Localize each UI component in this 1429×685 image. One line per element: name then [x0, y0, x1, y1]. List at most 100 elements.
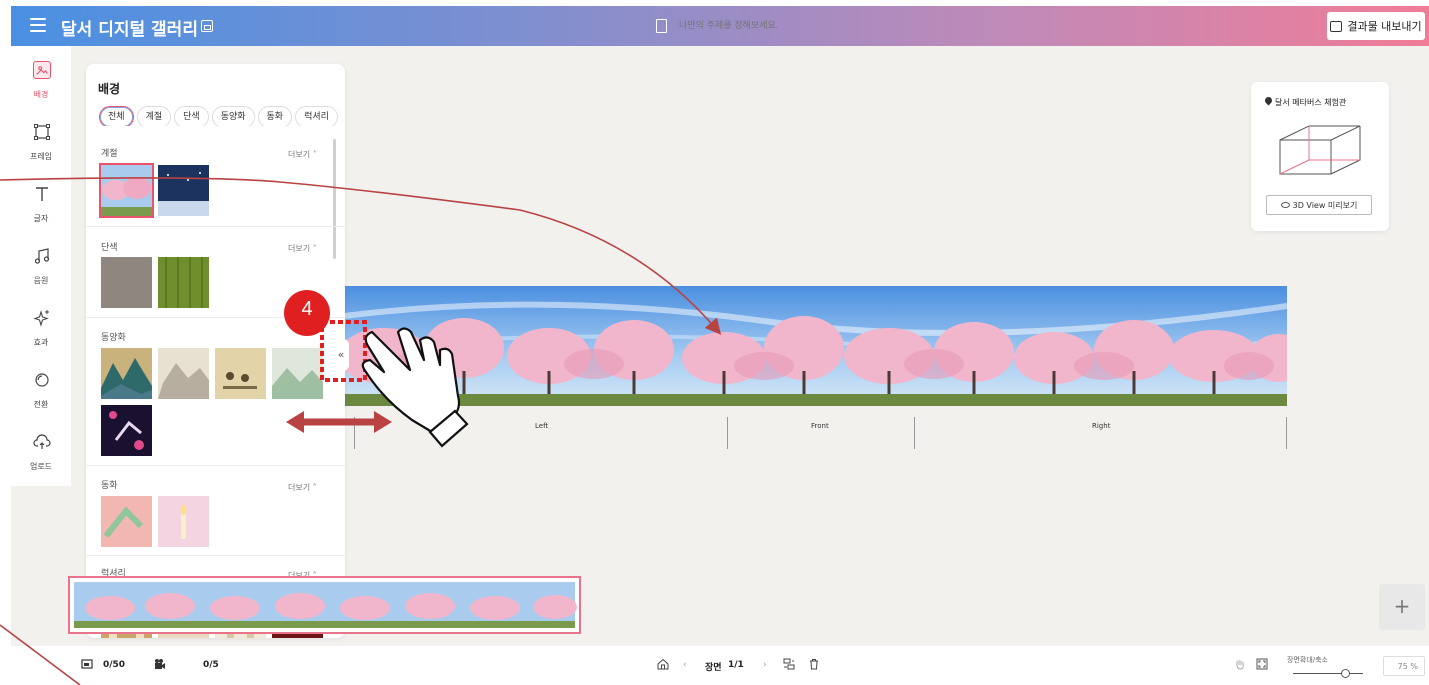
thumb-fairytale-candle[interactable] — [158, 496, 209, 547]
sidebar-label: 배경 — [33, 90, 49, 99]
delete-scene-icon[interactable] — [808, 658, 820, 670]
document-icon — [656, 19, 667, 33]
sidebar-item-transition[interactable]: 전환 — [11, 366, 71, 426]
zoom-slider-track[interactable] — [1293, 673, 1363, 674]
chip-all[interactable]: 전체 — [99, 106, 134, 126]
section-title-oriental: 동양화 — [101, 333, 126, 343]
next-scene-icon[interactable]: › — [763, 660, 767, 670]
section-title-fairytale: 동화 — [101, 481, 118, 491]
section-title-season: 계절 — [101, 149, 118, 159]
wall-label-right: Right — [1092, 422, 1111, 430]
image-count: 0/50 — [103, 660, 126, 670]
sidebar-item-upload[interactable]: 업로드 — [11, 428, 71, 488]
frame-icon — [34, 124, 50, 140]
thumb-oriental-mist[interactable] — [158, 348, 209, 399]
menu-icon[interactable] — [30, 18, 46, 32]
app-title: 달서 디지털 갤러리 — [61, 20, 198, 40]
sidebar-item-effect[interactable]: 효과 — [11, 304, 71, 364]
preview-card: 달서 메타버스 체험관 3D View 미리보기 — [1251, 82, 1389, 231]
zoom-value[interactable]: 75 % — [1383, 656, 1425, 676]
sidebar-label: 음원 — [33, 276, 49, 285]
thumb-cherry-blossom[interactable] — [99, 163, 154, 218]
thumb-fairytale-green[interactable] — [101, 496, 152, 547]
3d-view-preview-button[interactable]: 3D View 미리보기 — [1266, 195, 1372, 215]
chip-luxury[interactable]: 럭셔리 — [295, 106, 338, 126]
thumb-solid-gray[interactable] — [101, 257, 152, 308]
export-button[interactable]: 결과물 내보내기 — [1327, 12, 1425, 40]
export-label: 결과물 내보내기 — [1347, 20, 1422, 33]
wall-divider — [727, 417, 728, 449]
zoom-label: 장면확대/축소 — [1287, 656, 1328, 664]
save-icon[interactable] — [201, 20, 213, 32]
wall-divider — [914, 417, 915, 449]
gallery-wall-canvas[interactable] — [344, 286, 1287, 406]
image-icon — [33, 61, 51, 79]
scene-label: 장면 — [705, 663, 722, 673]
thumb-oriental-figures[interactable] — [215, 348, 266, 399]
panel-scrollbar[interactable] — [333, 139, 336, 259]
thumb-oriental-mountains[interactable] — [101, 348, 152, 399]
copy-scene-icon[interactable] — [783, 658, 795, 670]
chip-oriental[interactable]: 동양화 — [211, 106, 255, 126]
panel-title: 배경 — [98, 82, 121, 96]
prev-scene-icon[interactable]: ‹ — [683, 660, 687, 670]
sidebar-label: 효과 — [33, 338, 49, 347]
tool-sidebar: 배경 프레임 글자 음원 효과 전환 업로드 — [11, 46, 71, 486]
sidebar-item-background[interactable]: 배경 — [11, 56, 71, 116]
wall-divider — [354, 417, 355, 449]
thumb-winter-night[interactable] — [158, 165, 209, 216]
thumb-oriental-green[interactable] — [272, 348, 323, 399]
wall-label-left: Left — [535, 422, 549, 430]
thumb-oriental-crane[interactable] — [101, 405, 152, 456]
chip-fairytale[interactable]: 동화 — [257, 106, 293, 126]
room-3d-icon — [1279, 125, 1361, 175]
step-number: 4 — [301, 298, 313, 320]
wall-label-front: Front — [811, 422, 829, 430]
sidebar-label: 전환 — [33, 400, 49, 409]
divider — [86, 226, 345, 227]
video-count: 0/5 — [203, 660, 219, 670]
add-scene-button[interactable]: + — [1379, 584, 1425, 630]
panel-collapse-button[interactable]: « — [333, 339, 349, 371]
eye-icon — [1280, 202, 1290, 208]
bottom-bar: 0/50 0/5 ‹ 장면 1/1 › 장면확대/축소 75 % — [11, 646, 1429, 685]
image-count-icon — [81, 659, 93, 669]
top-bar: 달서 디지털 갤러리 결과물 내보내기 — [11, 6, 1429, 46]
sidebar-item-frame[interactable]: 프레임 — [11, 118, 71, 178]
sidebar-item-text[interactable]: 글자 — [11, 180, 71, 240]
sidebar-item-music[interactable]: 음원 — [11, 242, 71, 302]
sidebar-label: 프레임 — [29, 152, 53, 161]
scene-counter: 1/1 — [728, 660, 744, 670]
background-panel: 배경 전체 계절 단색 동양화 동화 럭셔리 계절 더보기 ˄ 단색 더보기 ˄ 동양화 — [86, 64, 345, 638]
wall-divider — [1286, 417, 1287, 449]
more-link-solid[interactable]: 더보기 ˄ — [288, 243, 317, 254]
upload-cloud-icon — [33, 434, 51, 449]
topic-input[interactable] — [679, 18, 899, 34]
category-chips: 전체 계절 단색 동양화 동화 럭셔리 — [99, 104, 343, 126]
chip-solid[interactable]: 단색 — [174, 106, 209, 126]
chip-season[interactable]: 계절 — [136, 106, 172, 126]
text-icon — [36, 187, 48, 201]
export-icon — [1330, 20, 1343, 32]
zoom-slider-knob[interactable] — [1341, 669, 1350, 678]
app-window: 달서 디지털 갤러리 결과물 내보내기 배경 프레임 글자 음원 효과 — [11, 6, 1429, 685]
divider — [86, 555, 345, 556]
venue-name: 달서 메타버스 체험관 — [1275, 98, 1347, 107]
transition-icon — [35, 373, 49, 387]
hand-tool-icon[interactable] — [1234, 658, 1246, 670]
section-title-solid: 단색 — [101, 243, 118, 253]
more-link-fairytale[interactable]: 더보기 ˄ — [288, 482, 317, 493]
divider — [86, 465, 345, 466]
music-icon — [34, 248, 50, 264]
scene-thumbnail[interactable] — [68, 576, 581, 634]
sidebar-label: 업로드 — [29, 462, 53, 471]
sidebar-label: 글자 — [33, 214, 49, 223]
video-count-icon — [155, 659, 165, 669]
more-link-season[interactable]: 더보기 ˄ — [288, 149, 317, 160]
home-icon[interactable] — [657, 658, 669, 670]
thumb-solid-green[interactable] — [158, 257, 209, 308]
location-pin-icon — [1263, 95, 1274, 106]
sparkle-icon — [33, 310, 49, 327]
fit-screen-icon[interactable] — [1256, 658, 1268, 670]
3d-view-label: 3D View 미리보기 — [1292, 200, 1358, 210]
